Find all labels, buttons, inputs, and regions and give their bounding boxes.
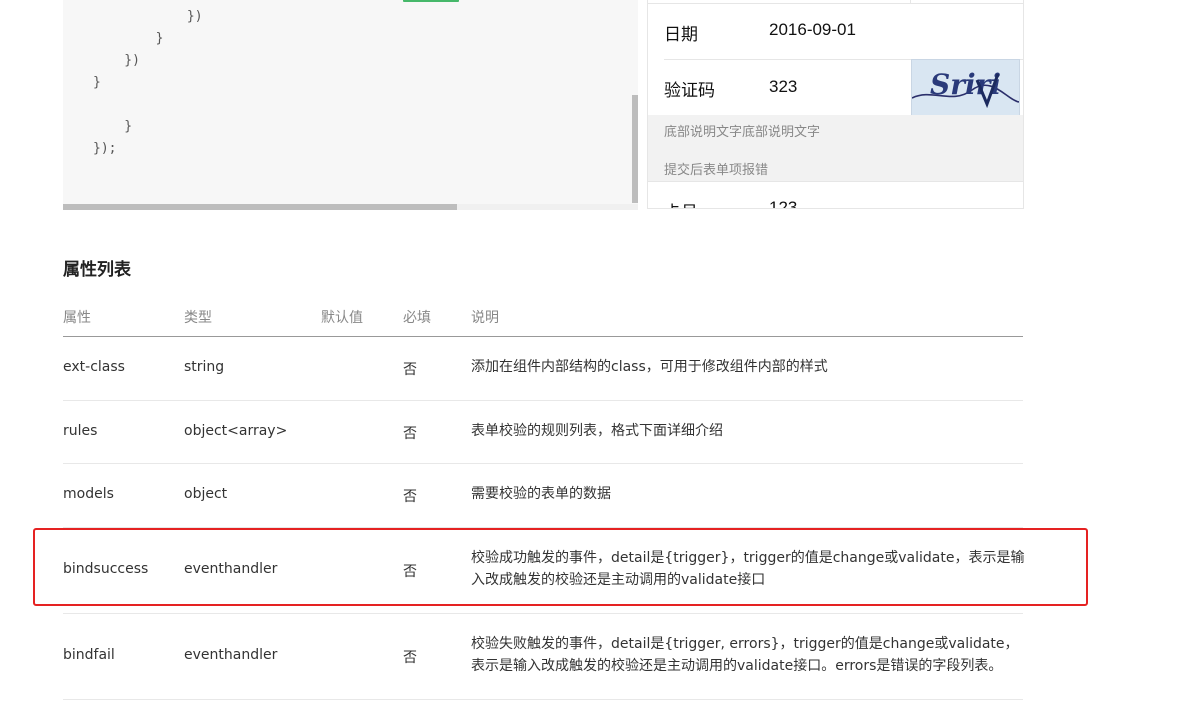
- code-token-highlight: [403, 0, 459, 2]
- date-value[interactable]: 2016-09-01: [769, 20, 856, 40]
- form-preview: 日期 2016-09-01 验证码 323 Sriri 底部说明文字底部说明文字…: [647, 0, 1024, 209]
- horizontal-scrollbar-thumb[interactable]: [63, 204, 457, 210]
- code-line: }: [93, 119, 133, 134]
- cell-attribute: bindsuccess: [63, 561, 149, 577]
- cell-required: 否: [403, 426, 417, 442]
- code-block: }) } }) } } });: [93, 6, 203, 160]
- cell-description: 需要校验的表单的数据: [471, 486, 611, 502]
- date-label: 日期: [664, 25, 698, 44]
- table-header: 属性 类型 默认值 必填 说明: [63, 296, 1023, 337]
- table-row: bindfail eventhandler 否 校验失败触发的事件，detail…: [63, 614, 1023, 700]
- form-footer: 底部说明文字底部说明文字 提交后表单项报错: [648, 115, 1023, 181]
- attributes-table: 属性 类型 默认值 必填 说明 ext-class string 否 添加在组件…: [63, 296, 1025, 700]
- cell-attribute: rules: [63, 423, 98, 439]
- table-row: models object 否 需要校验的表单的数据: [63, 464, 1023, 528]
- cell-description: 表单校验的规则列表，格式下面详细介绍: [471, 423, 723, 439]
- header-default: 默认值: [321, 310, 363, 326]
- code-line: }): [93, 9, 203, 24]
- date-row[interactable]: 日期 2016-09-01: [648, 4, 1023, 60]
- cell-attribute: ext-class: [63, 359, 125, 375]
- table-row: bindsuccess eventhandler 否 校验成功触发的事件，det…: [63, 528, 1025, 614]
- header-description: 说明: [471, 310, 499, 326]
- cell-required: 否: [403, 362, 417, 378]
- horizontal-scrollbar[interactable]: [63, 204, 638, 210]
- cell-attribute: bindfail: [63, 647, 115, 663]
- captcha-label: 验证码: [664, 81, 715, 100]
- vertical-scrollbar-thumb[interactable]: [632, 95, 638, 203]
- code-line: }: [93, 75, 101, 90]
- cell-attribute: models: [63, 486, 114, 502]
- captcha-input[interactable]: 323: [769, 77, 797, 97]
- cell-type: eventhandler: [184, 647, 278, 663]
- header-required: 必填: [403, 310, 431, 326]
- code-panel: }) } }) } } });: [63, 0, 638, 210]
- cell-type: eventhandler: [184, 561, 278, 577]
- table-row: rules object<array> 否 表单校验的规则列表，格式下面详细介绍: [63, 401, 1023, 464]
- error-tip: 提交后表单项报错: [664, 162, 769, 177]
- cell-description: 添加在组件内部结构的class，可用于修改组件内部的样式: [471, 359, 828, 375]
- table-row: ext-class string 否 添加在组件内部结构的class，可用于修改…: [63, 337, 1023, 401]
- code-line: }): [93, 53, 140, 68]
- cell-required: 否: [403, 564, 417, 580]
- cell-type: object<array>: [184, 423, 288, 439]
- header-type: 类型: [184, 310, 212, 326]
- cell-required: 否: [403, 650, 417, 666]
- code-line: }: [93, 31, 164, 46]
- card-row[interactable]: 卡号 123: [648, 182, 1023, 208]
- cell-description: 校验失败触发的事件，detail是{trigger, errors}，trigg…: [471, 636, 1019, 674]
- code-line: });: [93, 141, 117, 156]
- card-label: 卡号: [664, 198, 698, 208]
- card-value[interactable]: 123: [769, 198, 797, 208]
- header-attribute: 属性: [63, 310, 91, 326]
- cell-type: string: [184, 359, 225, 375]
- captcha-image[interactable]: Sriri: [911, 59, 1020, 116]
- section-title: 属性列表: [63, 260, 131, 280]
- footer-text: 底部说明文字底部说明文字: [664, 124, 821, 139]
- previous-row-divider: [910, 0, 911, 3]
- cell-description: 校验成功触发的事件，detail是{trigger}，trigger的值是cha…: [471, 550, 1025, 588]
- cell-required: 否: [403, 489, 417, 505]
- cell-type: object: [184, 486, 228, 502]
